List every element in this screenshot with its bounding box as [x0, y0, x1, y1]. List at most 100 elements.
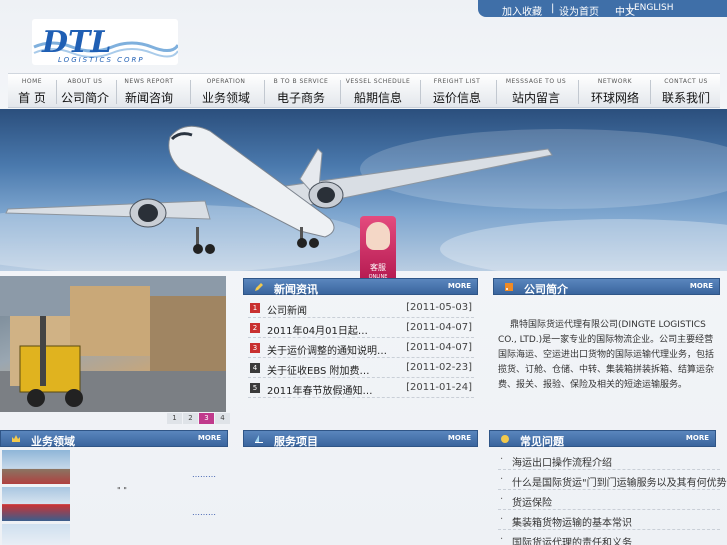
- slideshow-image[interactable]: [0, 276, 226, 412]
- airfreight-thumbnail[interactable]: [2, 524, 70, 545]
- nav-freight[interactable]: FREIGHT LIST 运价信息: [428, 74, 486, 109]
- nav-operation[interactable]: OPERATION 业务领域: [198, 74, 254, 109]
- faq-item-title[interactable]: 国际货运代理的责任和义务: [512, 534, 632, 545]
- logo-graphic: DTL LOGISTICS CORP: [33, 25, 180, 64]
- faq-more-link[interactable]: MORE: [686, 434, 709, 442]
- faq-section-header: 常见问题 MORE: [489, 430, 716, 448]
- logo-main-text: DTL: [41, 25, 111, 60]
- news-item-title[interactable]: 关于征收EBS 附加费…: [267, 362, 370, 377]
- service-more-link[interactable]: MORE: [448, 434, 471, 442]
- set-homepage-link[interactable]: 设为首页: [559, 3, 599, 18]
- news-item[interactable]: 4 关于征收EBS 附加费… [2011-02-23]: [248, 358, 474, 378]
- nav-en-label: FREIGHT LIST: [433, 78, 481, 85]
- nav-zh-label: 船期信息: [353, 91, 402, 105]
- news-number-badge: 4: [250, 363, 260, 373]
- service-section-header: 服务项目 MORE: [243, 430, 478, 448]
- pager-page-active[interactable]: 3: [199, 413, 214, 424]
- bullet-icon: ·: [500, 514, 504, 525]
- news-number-badge: 3: [250, 343, 260, 353]
- news-number-badge: 5: [250, 383, 260, 393]
- nav-news[interactable]: NEWS REPORT 新闻咨询: [120, 74, 178, 109]
- business-section-title: 业务领域: [31, 435, 75, 448]
- nav-zh-label: 联系我们: [661, 91, 710, 105]
- faq-item-title[interactable]: 货运保险: [512, 494, 552, 509]
- company-logo[interactable]: DTL LOGISTICS CORP: [32, 19, 180, 65]
- faq-item[interactable]: · 什么是国际货运"门到门运输服务以及其有何优势"介绍…: [498, 470, 727, 490]
- top-links-bar: 加入收藏 | 设为首页 中文 | ENGLISH: [478, 0, 727, 18]
- nav-zh-label: 环球网络: [590, 91, 639, 105]
- news-number-badge: 2: [250, 323, 260, 333]
- service-agent-avatar: [366, 222, 390, 250]
- nav-message[interactable]: MESSSAGE TO US 站内留言: [504, 74, 568, 109]
- lang-chinese-link[interactable]: 中文: [615, 3, 635, 18]
- add-favorite-link[interactable]: 加入收藏: [502, 3, 542, 18]
- nav-en-label: ABOUT US: [67, 78, 103, 85]
- pager-page[interactable]: 4: [215, 413, 230, 424]
- bullet-icon: ·: [500, 454, 504, 465]
- online-service-badge[interactable]: 客服 ONLINE: [360, 216, 396, 286]
- nav-zh-label: 业务领域: [201, 91, 250, 105]
- news-more-link[interactable]: MORE: [448, 282, 471, 290]
- nav-en-label: NEWS REPORT: [124, 78, 174, 85]
- faq-section-title: 常见问题: [520, 435, 564, 448]
- business-link[interactable]: ………: [192, 470, 216, 479]
- pager-page[interactable]: 1: [167, 413, 182, 424]
- feed-icon: [505, 283, 513, 291]
- news-item-title[interactable]: 关于运价调整的通知说明…: [267, 342, 387, 357]
- nav-zh-label: 运价信息: [432, 91, 481, 105]
- news-item[interactable]: 3 关于运价调整的通知说明… [2011-04-07]: [248, 338, 474, 358]
- warehouse-forklift-photo: [0, 276, 226, 412]
- nav-zh-label: 首 页: [18, 91, 46, 105]
- nav-divider: [56, 80, 57, 104]
- lang-english-link[interactable]: ENGLISH: [634, 3, 674, 13]
- business-more-link[interactable]: MORE: [198, 434, 221, 442]
- news-item[interactable]: 5 2011年春节放假通知… [2011-01-24]: [248, 378, 474, 398]
- faq-item[interactable]: · 集装箱货物运输的基本常识: [498, 510, 720, 530]
- nav-b2b[interactable]: B TO B SERVICE 电子商务: [270, 74, 332, 109]
- news-item[interactable]: 2 2011年04月01日起… [2011-04-07]: [248, 318, 474, 338]
- news-section-title: 新闻资讯: [274, 283, 318, 296]
- faq-item-title[interactable]: 什么是国际货运"门到门运输服务以及其有何优势"介绍…: [512, 474, 727, 489]
- bullet-icon: ·: [500, 474, 504, 485]
- news-item-date: [2011-04-07]: [406, 342, 472, 353]
- faq-item-title[interactable]: 海运出口操作流程介绍: [512, 454, 612, 469]
- logo-sub-text: LOGISTICS CORP: [58, 56, 145, 64]
- nav-network[interactable]: NETWORK 环球网络: [588, 74, 642, 109]
- sail-icon: [255, 435, 263, 443]
- news-item-title[interactable]: 2011年04月01日起…: [267, 322, 368, 337]
- about-more-link[interactable]: MORE: [690, 282, 713, 290]
- nav-en-label: CONTACT US: [664, 78, 708, 85]
- business-quote-marks: " ": [117, 486, 127, 495]
- trucking-thumbnail[interactable]: [2, 450, 70, 484]
- nav-divider: [190, 80, 191, 104]
- shipping-thumbnail[interactable]: [2, 487, 70, 521]
- faq-item[interactable]: · 国际货运代理的责任和义务: [498, 530, 720, 545]
- nav-en-label: B TO B SERVICE: [273, 78, 329, 85]
- nav-en-label: MESSSAGE TO US: [505, 78, 567, 85]
- lang-separator: |: [628, 3, 632, 14]
- news-item-title[interactable]: 2011年春节放假通知…: [267, 382, 372, 397]
- nav-zh-label: 电子商务: [276, 91, 325, 105]
- faq-item[interactable]: · 货运保险: [498, 490, 720, 510]
- nav-home[interactable]: HOME 首 页: [12, 74, 52, 109]
- nav-contact[interactable]: CONTACT US 联系我们: [656, 74, 716, 109]
- nav-en-label: HOME: [21, 78, 43, 85]
- nav-divider: [420, 80, 421, 104]
- news-item[interactable]: 1 公司新闻 [2011-05-03]: [248, 298, 474, 318]
- nav-zh-label: 站内留言: [511, 91, 560, 105]
- bullet-icon: ·: [500, 494, 504, 505]
- bullet-icon: ·: [500, 534, 504, 545]
- faq-item[interactable]: · 海运出口操作流程介绍: [498, 450, 720, 470]
- nav-en-label: VESSEL SCHEDULE: [345, 78, 411, 85]
- news-item-title[interactable]: 公司新闻: [267, 302, 307, 317]
- news-item-date: [2011-04-07]: [406, 322, 472, 333]
- nav-divider: [650, 80, 651, 104]
- nav-vessel[interactable]: VESSEL SCHEDULE 船期信息: [344, 74, 412, 109]
- news-number-badge: 1: [250, 303, 260, 313]
- business-link[interactable]: ………: [192, 508, 216, 517]
- nav-about[interactable]: ABOUT US 公司简介: [60, 74, 110, 109]
- nav-en-label: NETWORK: [597, 78, 633, 85]
- faq-item-title[interactable]: 集装箱货物运输的基本常识: [512, 514, 632, 529]
- nav-en-label: OPERATION: [206, 78, 246, 85]
- pager-page[interactable]: 2: [183, 413, 198, 424]
